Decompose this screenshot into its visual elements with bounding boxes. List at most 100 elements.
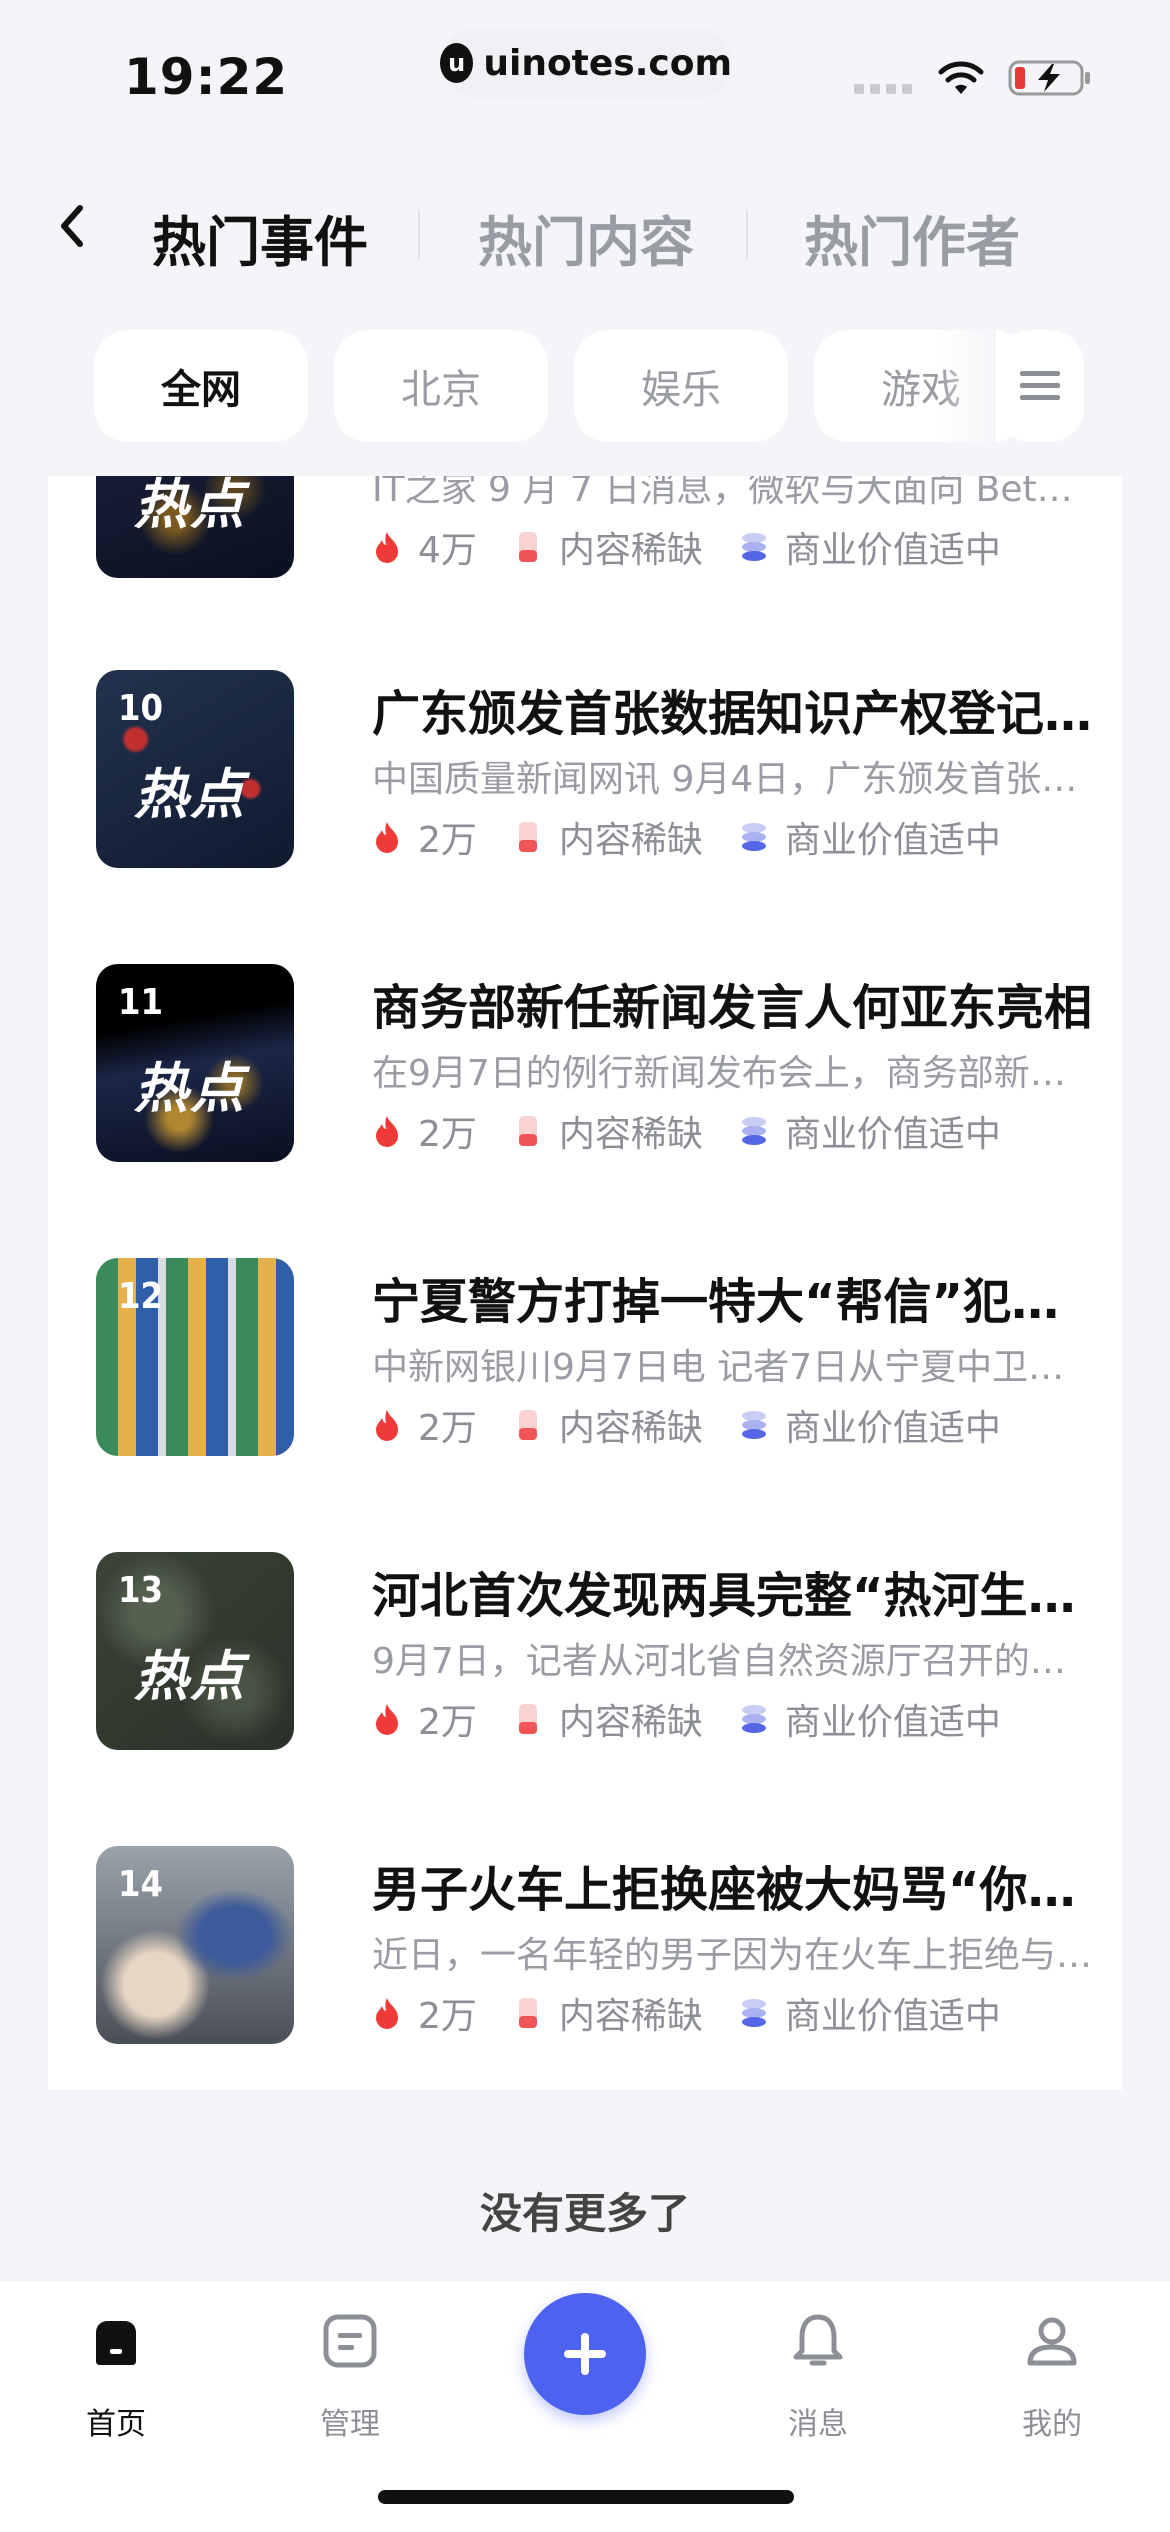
list-item[interactable]: 14 男子火车上拒换座被大妈骂“你妈… 近日，一名年轻的男子因为在火车上拒绝与……	[96, 1846, 1092, 2046]
item-desc: IT之家 9 月 7 日消息，微软与大面向 Beta…	[372, 476, 1092, 510]
item-title: 商务部新任新闻发言人何亚东亮相	[372, 980, 1092, 1036]
tabbar-label: 首页	[86, 2407, 146, 2442]
hot-events-list: 热点 IT之家 9 月 7 日消息，微软与大面向 Beta… 4万 内容稀缺 商…	[48, 476, 1122, 2090]
thumb-overlay-text: 热点	[134, 1057, 246, 1120]
coins-icon	[741, 1411, 766, 1439]
value-label: 商业价值适中	[784, 1408, 1001, 1449]
rank-number: 10	[118, 688, 164, 729]
value-label: 商业价值适中	[784, 1114, 1001, 1155]
scarcity-label: 内容稀缺	[558, 1996, 703, 2037]
chip-all[interactable]: 全网	[94, 330, 308, 442]
item-thumbnail: 13 热点	[96, 1552, 294, 1750]
heat-value: 2万	[418, 1702, 477, 1743]
thumb-overlay-text: 热点	[134, 476, 246, 536]
list-item[interactable]: 热点 IT之家 9 月 7 日消息，微软与大面向 Beta… 4万 内容稀缺 商…	[96, 476, 1092, 580]
fire-icon	[376, 1998, 398, 2029]
url-pill[interactable]: u uinotes.com	[440, 28, 732, 98]
wifi-icon	[938, 61, 984, 94]
value-label: 商业价值适中	[784, 1702, 1001, 1743]
item-desc: 中新网银川9月7日电 记者7日从宁夏中卫市…	[372, 1347, 1092, 1388]
chip-menu-button[interactable]	[996, 330, 1084, 442]
tabbar-label: 管理	[320, 2407, 380, 2442]
list-item[interactable]: 13 热点 河北首次发现两具完整“热河生物… 9月7日，记者从河北省自然资源厅召…	[96, 1552, 1092, 1752]
scarcity-icon	[518, 1410, 537, 1440]
list-item[interactable]: 10 热点 广东颁发首张数据知识产权登记… 中国质量新闻网讯 9月4日，广东颁发…	[96, 670, 1092, 870]
coins-icon	[741, 1117, 766, 1145]
item-thumbnail: 10 热点	[96, 670, 294, 868]
fire-icon	[376, 822, 398, 853]
item-thumbnail: 11 热点	[96, 964, 294, 1162]
bell-icon	[793, 2314, 843, 2366]
item-title: 男子火车上拒换座被大妈骂“你妈…	[372, 1862, 1092, 1918]
status-time: 19:22	[124, 48, 289, 106]
category-chips: 全网 北京 娱乐 游戏	[0, 330, 1170, 442]
tab-hot-content[interactable]: 热门内容	[478, 198, 694, 277]
item-title: 广东颁发首张数据知识产权登记…	[372, 686, 1092, 742]
scarcity-label: 内容稀缺	[558, 1702, 703, 1743]
item-meta: 2万 内容稀缺 商业价值适中	[372, 812, 1037, 862]
battery-icon	[1008, 60, 1090, 96]
coins-icon	[741, 823, 766, 851]
scarcity-icon	[518, 822, 537, 852]
rank-number: 12	[118, 1276, 164, 1317]
thumb-overlay-text: 热点	[134, 763, 246, 826]
tabbar-home[interactable]: 首页	[36, 2299, 196, 2449]
item-thumbnail: 12	[96, 1258, 294, 1456]
chip-beijing[interactable]: 北京	[334, 330, 548, 442]
chips-fade	[940, 330, 996, 442]
url-text: uinotes.com	[483, 42, 732, 84]
value-label: 商业价值适中	[784, 820, 1001, 861]
coins-icon	[741, 533, 766, 561]
back-arrow-icon[interactable]	[52, 196, 92, 256]
plus-icon	[564, 2333, 606, 2375]
tab-hot-authors[interactable]: 热门作者	[804, 198, 1020, 277]
tabbar-manage[interactable]: 管理	[270, 2299, 430, 2449]
tab-hot-events[interactable]: 热门事件	[152, 198, 368, 277]
item-thumbnail: 热点	[96, 476, 294, 578]
item-meta: 2万 内容稀缺 商业价值适中	[372, 1988, 1037, 2038]
home-indicator[interactable]	[378, 2490, 794, 2504]
list-item[interactable]: 11 热点 商务部新任新闻发言人何亚东亮相 在9月7日的例行新闻发布会上，商务部…	[96, 964, 1092, 1164]
create-button[interactable]	[524, 2293, 646, 2415]
heat-value: 4万	[418, 530, 477, 571]
fire-icon	[376, 1116, 398, 1147]
item-desc: 9月7日，记者从河北省自然资源厅召开的新…	[372, 1641, 1092, 1682]
list-item[interactable]: 12 宁夏警方打掉一特大“帮信”犯罪… 中新网银川9月7日电 记者7日从宁夏中卫…	[96, 1258, 1092, 1458]
scarcity-label: 内容稀缺	[558, 1114, 703, 1155]
value-label: 商业价值适中	[784, 530, 1001, 571]
heat-value: 2万	[418, 820, 477, 861]
rank-number: 14	[118, 1864, 164, 1905]
tabbar-label: 消息	[788, 2407, 848, 2442]
item-meta: 2万 内容稀缺 商业价值适中	[372, 1400, 1037, 1450]
profile-icon	[1027, 2317, 1077, 2366]
scarcity-label: 内容稀缺	[558, 530, 703, 571]
fire-icon	[376, 1410, 398, 1441]
status-bar: 19:22 u uinotes.com	[0, 0, 1170, 140]
item-desc: 在9月7日的例行新闻发布会上，商务部新任…	[372, 1053, 1092, 1094]
tab-divider	[746, 210, 748, 260]
scarcity-label: 内容稀缺	[558, 820, 703, 861]
item-title: 河北首次发现两具完整“热河生物…	[372, 1568, 1092, 1624]
thumb-overlay-text: 热点	[134, 1645, 246, 1708]
rank-number: 11	[118, 982, 164, 1023]
heat-value: 2万	[418, 1114, 477, 1155]
manage-icon	[323, 2314, 377, 2368]
top-tabs: 热门事件 热门内容 热门作者	[0, 170, 1170, 290]
chip-entertainment[interactable]: 娱乐	[574, 330, 788, 442]
heat-value: 2万	[418, 1996, 477, 2037]
tab-divider	[418, 210, 420, 260]
value-label: 商业价值适中	[784, 1996, 1001, 2037]
tabbar-label: 我的	[1022, 2407, 1082, 2442]
end-of-list-text: 没有更多了	[479, 2189, 690, 2238]
tabbar-profile[interactable]: 我的	[972, 2299, 1132, 2449]
coins-icon	[741, 1705, 766, 1733]
item-title: 宁夏警方打掉一特大“帮信”犯罪…	[372, 1274, 1092, 1330]
scarcity-icon	[518, 1116, 537, 1146]
scarcity-icon	[518, 1704, 537, 1734]
item-meta: 2万 内容稀缺 商业价值适中	[372, 1694, 1037, 1744]
item-thumbnail: 14	[96, 1846, 294, 2044]
scarcity-icon	[518, 1998, 537, 2028]
scarcity-label: 内容稀缺	[558, 1408, 703, 1449]
fire-icon	[376, 532, 398, 563]
tabbar-messages[interactable]: 消息	[738, 2299, 898, 2449]
